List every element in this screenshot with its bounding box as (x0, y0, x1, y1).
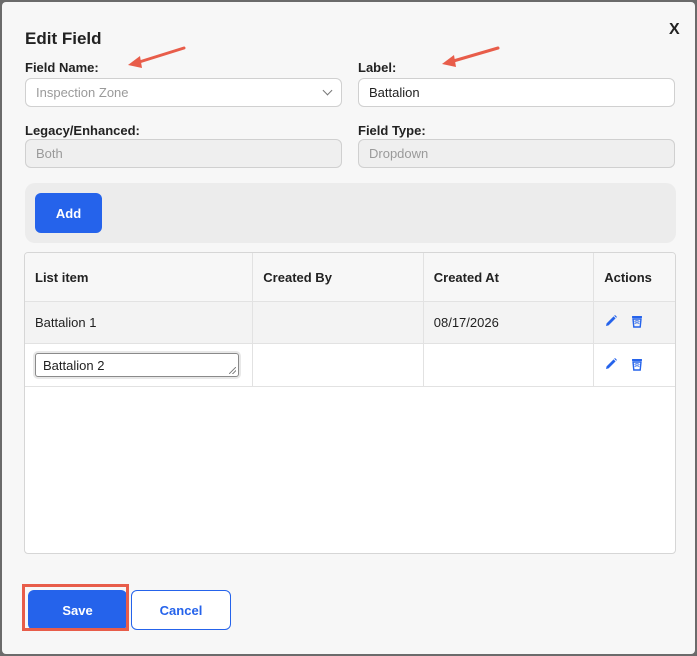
column-header-created-by: Created By (253, 253, 424, 301)
arrow-annotation (442, 46, 500, 67)
field-name-label: Field Name: (25, 60, 99, 75)
actions-cell (594, 302, 675, 343)
label-label: Label: (358, 60, 397, 75)
resize-handle-icon[interactable] (229, 367, 236, 374)
dialog-title: Edit Field (25, 29, 102, 48)
pencil-icon[interactable] (604, 357, 618, 374)
list-item-cell: Battalion 1 (25, 302, 254, 343)
field-name-value: Inspection Zone (36, 85, 129, 100)
table-row: Battalion 1 08/17/2026 (25, 302, 675, 344)
column-header-created-at: Created At (423, 253, 595, 301)
created-by-cell (253, 302, 424, 343)
list-item-input[interactable]: Battalion 2 (35, 353, 239, 377)
created-by-cell (253, 344, 424, 386)
label-input[interactable]: Battalion (358, 78, 675, 107)
field-name-select[interactable]: Inspection Zone (25, 78, 342, 107)
close-icon[interactable]: X (669, 21, 680, 39)
add-button[interactable]: Add (35, 193, 102, 233)
actions-cell (594, 344, 675, 386)
trash-icon[interactable] (630, 357, 644, 374)
chevron-down-icon (322, 85, 333, 96)
field-type-label: Field Type: (358, 123, 426, 138)
cancel-button[interactable]: Cancel (131, 590, 231, 630)
trash-icon[interactable] (630, 314, 644, 331)
list-item-cell: Battalion 2 (25, 344, 254, 386)
add-panel (25, 183, 676, 243)
table-row: Battalion 2 (25, 344, 675, 387)
arrow-annotation (128, 46, 186, 68)
table-header: List item Created By Created At Actions (25, 253, 675, 302)
edit-field-dialog: X Edit Field Field Name: Inspection Zone… (2, 2, 695, 654)
field-type-field: Dropdown (358, 139, 675, 168)
column-header-list-item: List item (25, 253, 254, 301)
save-highlight-box (22, 584, 129, 631)
list-items-table: List item Created By Created At Actions … (24, 252, 676, 554)
legacy-enhanced-field: Both (25, 139, 342, 168)
legacy-enhanced-label: Legacy/Enhanced: (25, 123, 140, 138)
pencil-icon[interactable] (604, 314, 618, 331)
list-item-input-value: Battalion 2 (43, 357, 105, 373)
created-at-cell: 08/17/2026 (424, 302, 595, 343)
created-at-cell (424, 344, 595, 386)
column-header-actions: Actions (594, 253, 675, 301)
